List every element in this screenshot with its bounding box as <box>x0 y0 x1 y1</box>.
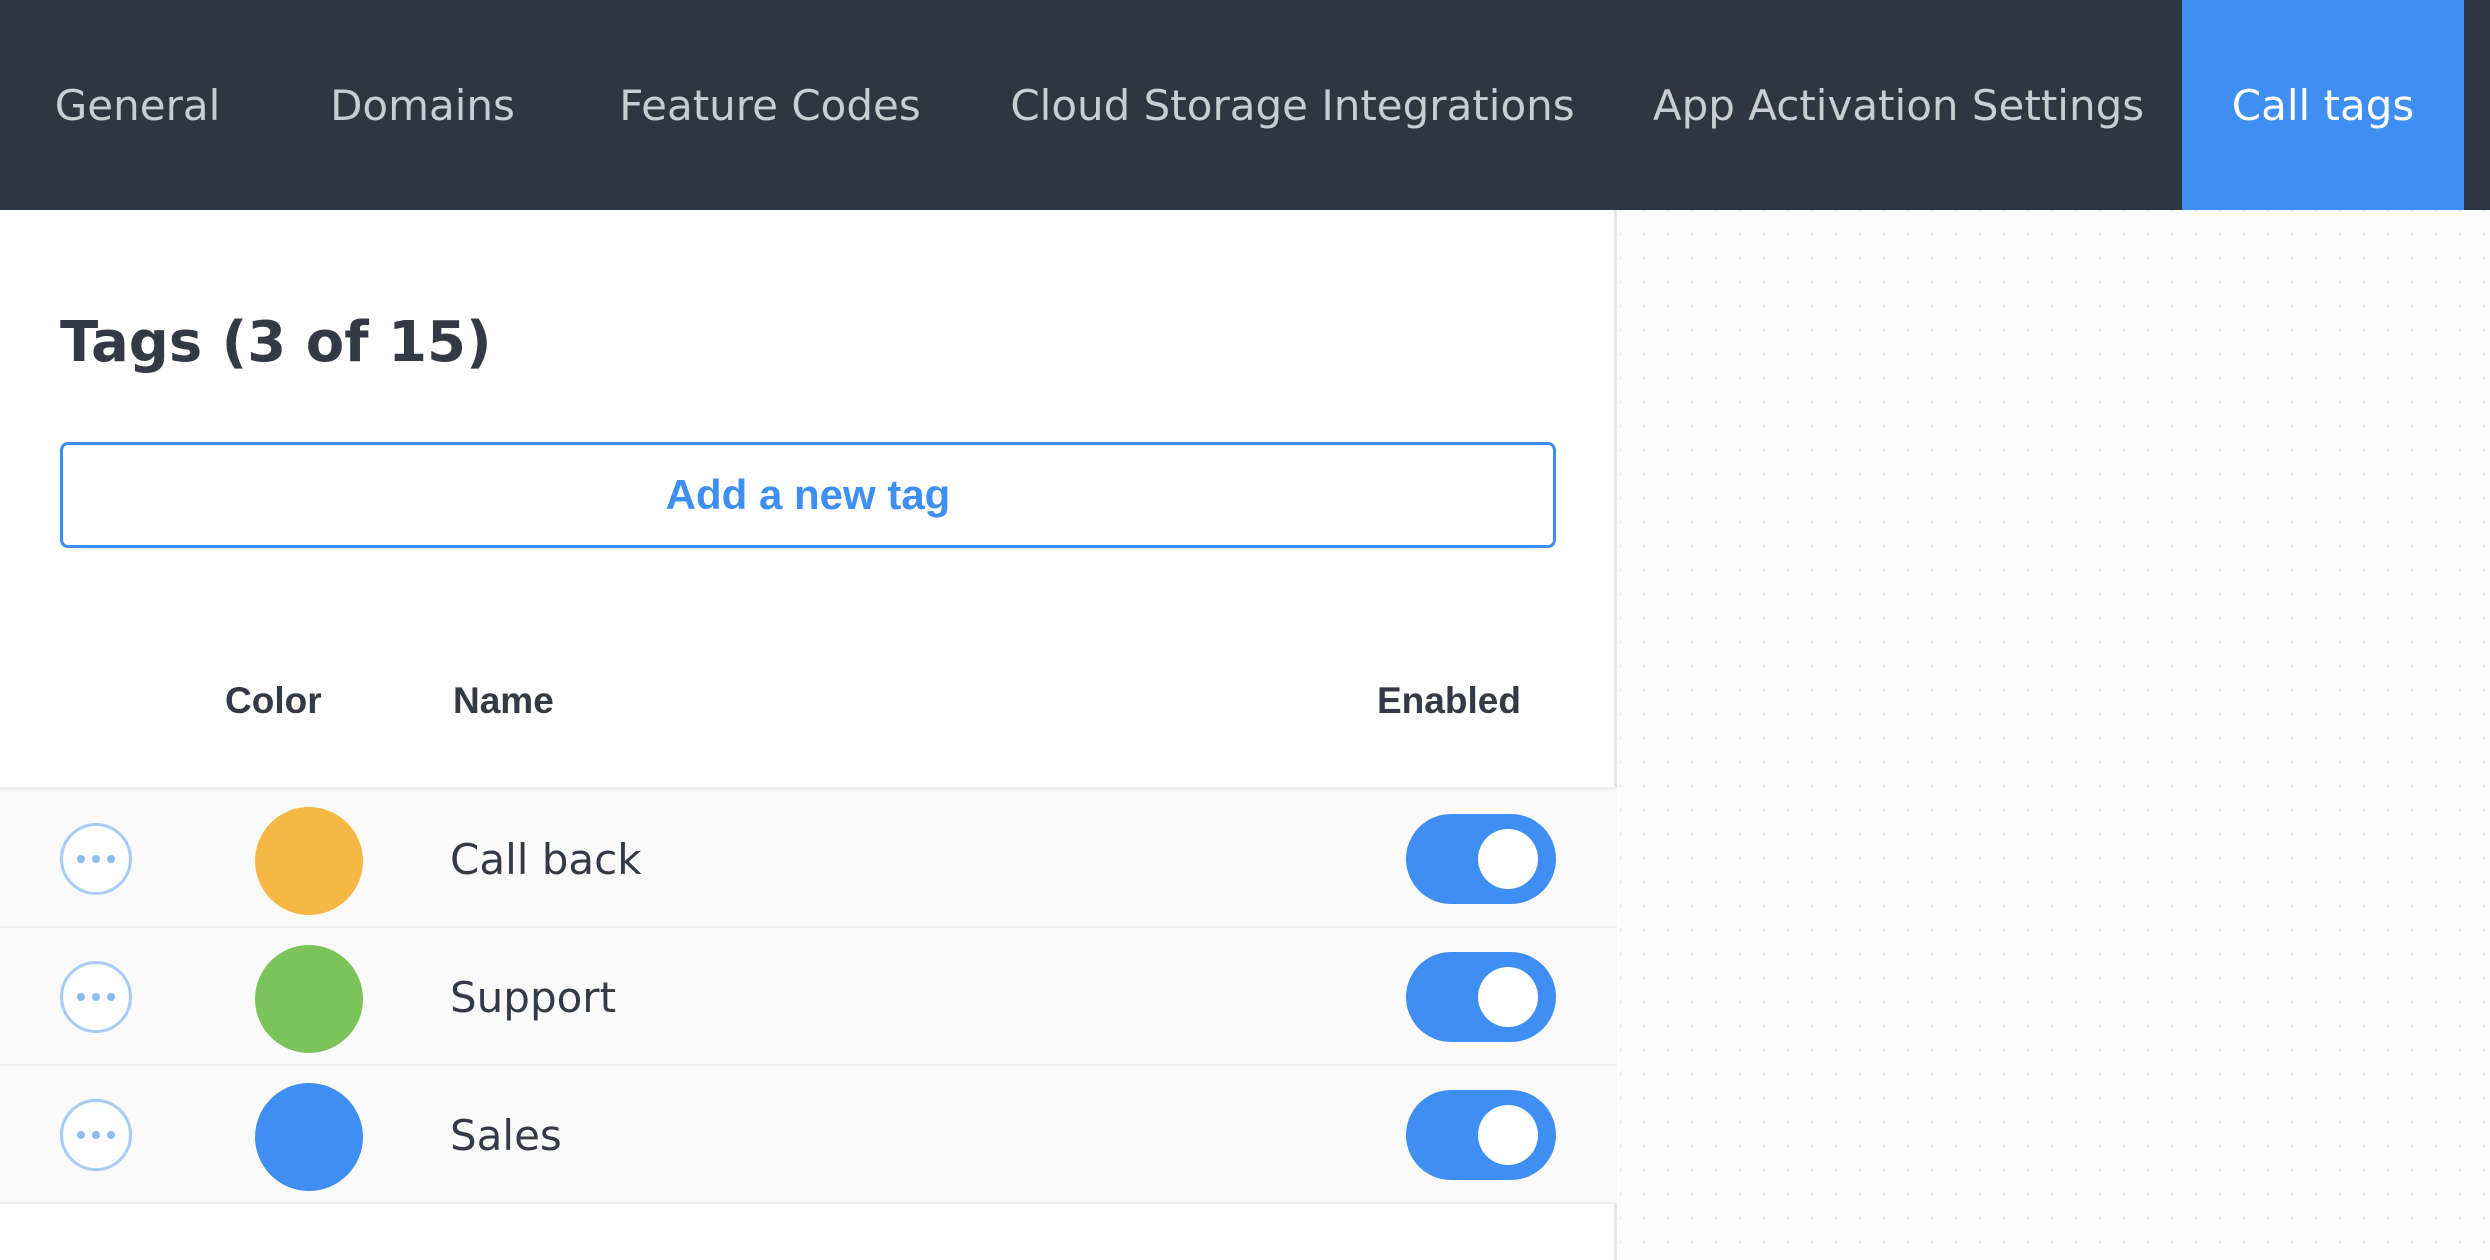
tab-app-activation-settings[interactable]: App Activation Settings <box>1615 0 2182 210</box>
tags-panel: Tags (3 of 15) Add a new tag Color Name … <box>0 210 1617 1260</box>
top-nav: General Domains Feature Codes Cloud Stor… <box>0 0 2490 210</box>
more-horizontal-icon[interactable] <box>60 1099 132 1171</box>
table-row: Sales <box>0 1066 1617 1204</box>
table-row: Call back <box>0 790 1617 928</box>
toggle-knob <box>1478 829 1538 889</box>
tag-name: Support <box>450 972 617 1022</box>
tab-feature-codes[interactable]: Feature Codes <box>570 0 970 210</box>
tag-enabled-toggle[interactable] <box>1406 814 1556 904</box>
tab-general[interactable]: General <box>0 0 275 210</box>
add-new-tag-button[interactable]: Add a new tag <box>60 442 1556 548</box>
toggle-knob <box>1478 1105 1538 1165</box>
tab-cloud-storage-integrations[interactable]: Cloud Storage Integrations <box>970 0 1615 210</box>
column-header-color: Color <box>225 680 322 721</box>
more-horizontal-icon[interactable] <box>60 961 132 1033</box>
tag-enabled-toggle[interactable] <box>1406 952 1556 1042</box>
tag-color-swatch[interactable] <box>255 807 363 915</box>
toggle-knob <box>1478 967 1538 1027</box>
detail-panel-empty <box>1620 210 2490 1260</box>
tag-color-swatch[interactable] <box>255 1083 363 1191</box>
tag-name: Call back <box>450 834 642 884</box>
column-header-enabled: Enabled <box>1377 680 1521 721</box>
table-row: Support <box>0 928 1617 1066</box>
tab-call-tags[interactable]: Call tags <box>2182 0 2464 210</box>
tag-color-swatch[interactable] <box>255 945 363 1053</box>
more-horizontal-icon[interactable] <box>60 823 132 895</box>
column-header-name: Name <box>453 680 554 721</box>
tag-name: Sales <box>450 1110 562 1160</box>
page-title: Tags (3 of 15) <box>60 310 492 375</box>
tag-enabled-toggle[interactable] <box>1406 1090 1556 1180</box>
tab-domains[interactable]: Domains <box>275 0 570 210</box>
